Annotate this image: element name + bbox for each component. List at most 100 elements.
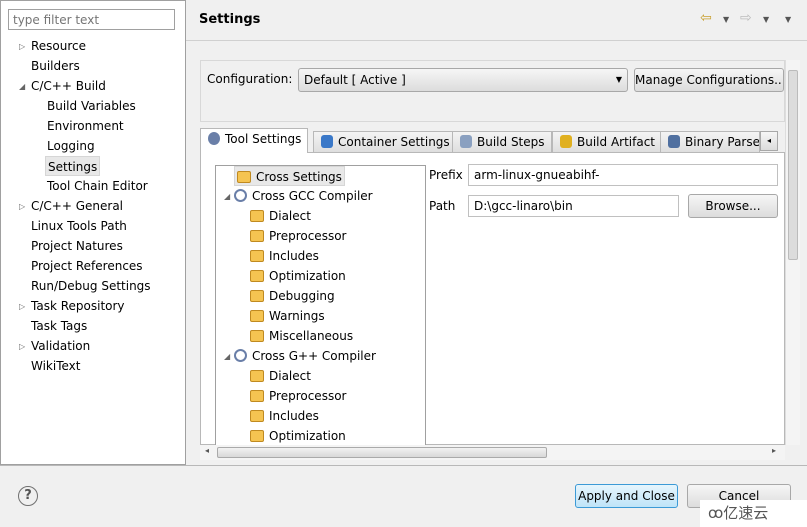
build-artifact-icon (560, 135, 572, 148)
tool-tree-item[interactable]: Debugging (250, 286, 335, 306)
folder-icon (250, 290, 264, 302)
expand-icon[interactable]: ▷ (19, 302, 25, 311)
folder-icon (250, 370, 264, 382)
gear-icon (234, 189, 247, 202)
back-dropdown-icon[interactable]: ▼ (723, 15, 729, 24)
folder-icon (250, 410, 264, 422)
expand-icon[interactable]: ▷ (19, 342, 25, 351)
tool-tree-label: Debugging (269, 289, 335, 303)
tool-tree-item[interactable]: Optimization (250, 266, 346, 286)
tool-tree-item[interactable]: Dialect (250, 366, 311, 386)
tool-settings-icon (208, 132, 220, 145)
chevron-down-icon: ▼ (615, 75, 622, 84)
scroll-left-icon[interactable]: ◂ (205, 446, 209, 455)
nav-item[interactable]: Settings (45, 156, 101, 176)
tool-tree-item[interactable]: Cross Settings (234, 166, 345, 186)
tool-tree-label: Includes (269, 409, 319, 423)
nav-item[interactable]: Tool Chain Editor (47, 176, 148, 196)
folder-icon (250, 430, 264, 442)
folder-icon (250, 330, 264, 342)
tool-tree-label: Cross G++ Compiler (252, 349, 376, 363)
tool-tree-item[interactable]: Warnings (250, 306, 325, 326)
folder-icon (250, 250, 264, 262)
nav-item[interactable]: Builders (31, 56, 80, 76)
forward-dropdown-icon[interactable]: ▼ (763, 15, 769, 24)
collapse-icon[interactable]: ◢ (224, 192, 230, 201)
tool-tree-label: Cross GCC Compiler (252, 189, 373, 203)
folder-icon (250, 270, 264, 282)
path-input[interactable]: D:\gcc-linaro\bin (468, 195, 679, 217)
nav-item[interactable]: Task Repository (31, 296, 125, 316)
collapse-icon[interactable]: ◢ (224, 352, 230, 361)
tool-tree-item[interactable]: Includes (250, 406, 319, 426)
collapse-icon[interactable]: ◢ (19, 82, 25, 91)
nav-item[interactable]: WikiText (31, 356, 81, 376)
expand-icon[interactable]: ▷ (19, 202, 25, 211)
scroll-right-icon[interactable]: ▸ (772, 446, 776, 455)
nav-item[interactable]: C/C++ General (31, 196, 123, 216)
container-icon (321, 135, 333, 148)
prefix-input[interactable]: arm-linux-gnueabihf- (468, 164, 778, 186)
prefix-label: Prefix (429, 168, 463, 182)
tool-tree-label: Preprocessor (269, 229, 347, 243)
nav-panel: ▷ Resource Builders ◢ C/C++ Build Build Varia… (0, 0, 186, 465)
tool-tree-item[interactable]: Optimization (250, 426, 346, 446)
nav-item[interactable]: Build Variables (47, 96, 136, 116)
folder-icon (250, 230, 264, 242)
nav-item[interactable]: Environment (47, 116, 124, 136)
tool-tree-item[interactable]: Cross G++ Compiler (234, 346, 376, 366)
vertical-scrollbar[interactable] (785, 60, 800, 445)
tool-tree-label: Optimization (269, 269, 346, 283)
apply-and-close-button[interactable]: Apply and Close (575, 484, 678, 508)
tab-label: Binary Parse (685, 135, 760, 149)
tool-tree-item[interactable]: Cross GCC Compiler (234, 186, 373, 206)
tab-binary-parse[interactable]: Binary Parse (660, 131, 760, 153)
filter-input[interactable] (8, 9, 175, 30)
nav-item[interactable]: Linux Tools Path (31, 216, 127, 236)
scroll-thumb[interactable] (788, 70, 798, 260)
nav-item[interactable]: C/C++ Build (31, 76, 106, 96)
nav-item[interactable]: Logging (47, 136, 95, 156)
configuration-value: Default [ Active ] (304, 73, 406, 87)
tab-label: Build Artifact (577, 135, 655, 149)
tool-tree-label: Optimization (269, 429, 346, 443)
horizontal-scrollbar[interactable]: ◂ ▸ (200, 445, 785, 460)
nav-item[interactable]: Run/Debug Settings (31, 276, 151, 296)
back-arrow-icon[interactable]: ⇦ (700, 10, 712, 26)
configuration-label: Configuration: (207, 72, 293, 86)
forward-arrow-icon[interactable]: ⇨ (740, 10, 752, 26)
expand-icon[interactable]: ▷ (19, 42, 25, 51)
nav-item[interactable]: Project References (31, 256, 143, 276)
tab-tool-settings[interactable]: Tool Settings (200, 128, 309, 153)
tool-tree-item[interactable]: Miscellaneous (250, 326, 353, 346)
folder-icon (237, 171, 251, 183)
tool-tree-item[interactable]: Dialect (250, 206, 311, 226)
tool-tree-label: Dialect (269, 369, 311, 383)
divider (186, 40, 807, 41)
tab-scroll-left-button[interactable]: ◂ (760, 131, 778, 151)
watermark-logo: ꝏ亿速云 (700, 500, 807, 527)
folder-icon (250, 310, 264, 322)
tool-tree-label: Dialect (269, 209, 311, 223)
manage-configurations-button[interactable]: Manage Configurations... (634, 68, 784, 92)
help-button[interactable]: ? (18, 486, 38, 506)
tab-container-settings[interactable]: Container Settings (313, 131, 457, 153)
tool-tree-label: Cross Settings (256, 170, 342, 184)
tool-settings-tree: Cross Settings ◢ Cross GCC Compiler Dialect… (215, 165, 426, 455)
nav-item[interactable]: Project Natures (31, 236, 123, 256)
tab-build-artifact[interactable]: Build Artifact (552, 131, 662, 153)
tool-tree-item[interactable]: Preprocessor (250, 226, 346, 246)
nav-item[interactable]: Validation (31, 336, 90, 356)
tab-label: Tool Settings (225, 132, 302, 146)
nav-item[interactable]: Task Tags (31, 316, 87, 336)
tool-tree-item[interactable]: Preprocessor (250, 386, 346, 406)
nav-item[interactable]: Resource (31, 36, 86, 56)
browse-button[interactable]: Browse... (688, 194, 778, 218)
scroll-thumb[interactable] (217, 447, 547, 458)
tool-tree-item[interactable]: Includes (250, 246, 319, 266)
tab-build-steps[interactable]: Build Steps (452, 131, 552, 153)
configuration-select[interactable]: Default [ Active ] ▼ (298, 68, 628, 92)
view-menu-icon[interactable]: ▼ (785, 15, 791, 24)
binary-parser-icon (668, 135, 680, 148)
build-steps-icon (460, 135, 472, 148)
